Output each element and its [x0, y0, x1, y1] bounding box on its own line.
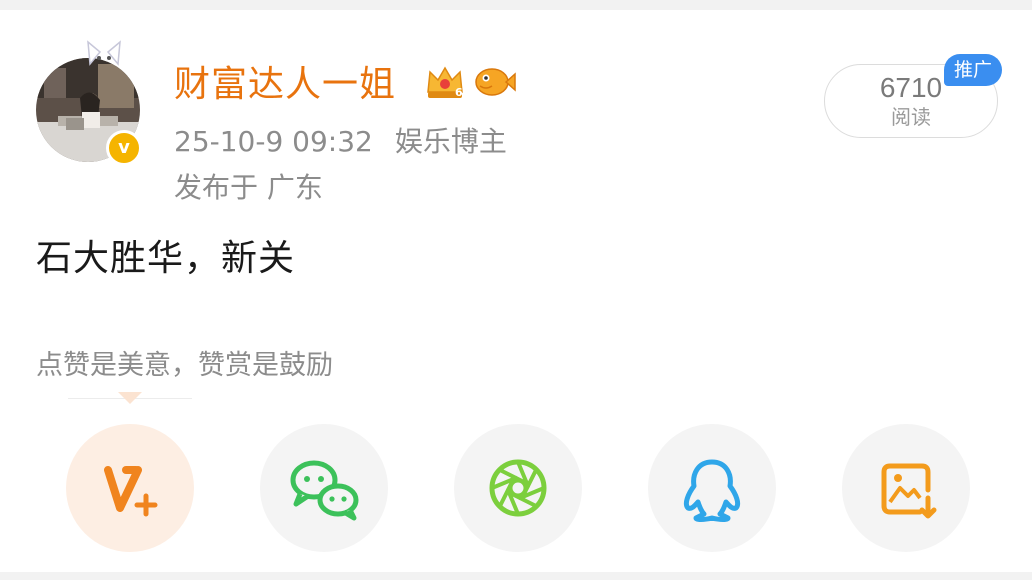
post-content: 石大胜华，新关: [36, 238, 296, 279]
wechat-icon: [290, 460, 359, 521]
author-category: 娱乐博主: [394, 125, 507, 158]
v-plus-icon: [104, 466, 158, 517]
svg-text:6: 6: [455, 86, 463, 99]
author-name[interactable]: 财富达人一姐: [174, 62, 396, 108]
promo-tag[interactable]: 推广: [944, 54, 1002, 86]
moments-button[interactable]: [454, 424, 582, 552]
post-location: 发布于 广东: [174, 171, 323, 204]
post-datetime: 25-10-9 09:32: [174, 125, 373, 158]
save-image-icon: [881, 463, 937, 519]
wechat-button[interactable]: [260, 424, 388, 552]
moments-shutter-icon: [489, 459, 547, 517]
reads-label: 阅读: [891, 105, 931, 129]
qq-button[interactable]: [648, 424, 776, 552]
qq-penguin-icon: [683, 459, 741, 522]
post-card: v 财富达人一姐 6 25-10-9 09:32 娱乐博主 发布于 广东 6710…: [0, 10, 1032, 572]
reward-hint: 点赞是美意，赞赏是鼓励: [36, 350, 333, 381]
v-plus-button[interactable]: [66, 424, 194, 552]
orange-fish-icon[interactable]: [472, 64, 516, 100]
tooltip-pointer: [118, 392, 142, 404]
verified-badge-icon: v: [106, 130, 142, 166]
save-image-button[interactable]: [842, 424, 970, 552]
crown-level-icon[interactable]: 6: [424, 62, 466, 102]
cat-ears-frame-icon: [87, 40, 121, 66]
post-meta: 25-10-9 09:32 娱乐博主: [174, 122, 507, 162]
